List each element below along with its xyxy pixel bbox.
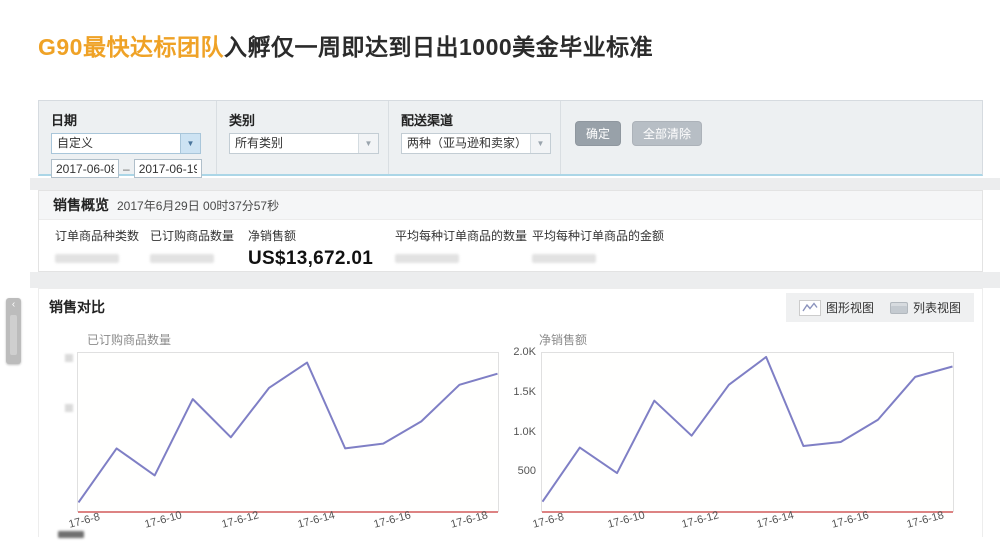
x-tick-label: 17-6-16 xyxy=(830,509,870,530)
chart-plot-area[interactable] xyxy=(77,352,499,512)
line-chart-icon xyxy=(799,300,821,316)
dashboard-page: G90最快达标团队入孵仅一周即达到日出1000美金毕业标准 ‹ 日期 自定义 ▼… xyxy=(0,0,1000,560)
chevron-left-icon: ‹ xyxy=(12,299,15,310)
filter-category-section: 类别 所有类别 ▼ xyxy=(217,101,389,174)
redacted-axis-mark xyxy=(65,404,73,412)
x-axis-labels: 17-6-8 17-6-10 17-6-12 17-6-14 17-6-16 17-6-1… xyxy=(511,512,954,540)
x-tick-label: 17-6-10 xyxy=(606,509,646,530)
confirm-button[interactable]: 确定 xyxy=(575,121,621,146)
section-divider xyxy=(30,272,1000,288)
filter-channel-section: 配送渠道 两种（亚马逊和卖家） ▼ xyxy=(389,101,561,174)
page-title: G90最快达标团队入孵仅一周即达到日出1000美金毕业标准 xyxy=(38,28,653,62)
sales-overview-header: 销售概览 2017年6月29日 00时37分57秒 xyxy=(39,191,982,220)
channel-select[interactable]: 两种（亚马逊和卖家） ▼ xyxy=(401,133,551,154)
chart-net-sales: 净销售额 500 1.0K 1.5K 2.0K 17-6-8 17-6-10 17-6-1… xyxy=(511,331,954,540)
date-preset-value: 自定义 xyxy=(52,134,180,153)
metric-net-sales: 净销售额 US$13,672.01 xyxy=(248,227,395,270)
x-tick-label: 17-6-16 xyxy=(373,509,413,530)
chart-units-ordered: 已订购商品数量 17-6-817-6-1017-6-1217-6-1417-6-… xyxy=(59,331,499,540)
chevron-down-icon: ▼ xyxy=(180,134,200,153)
date-to-input[interactable] xyxy=(134,159,202,178)
channel-value: 两种（亚马逊和卖家） xyxy=(402,134,530,153)
x-axis-labels: 17-6-8 17-6-10 17-6-12 17-6-14 17-6-16 17-6-1… xyxy=(59,512,499,540)
x-tick-label: 17-6-8 xyxy=(67,511,101,531)
filter-actions: 确定 全部清除 xyxy=(561,101,982,174)
chart-title: 已订购商品数量 xyxy=(87,331,499,348)
y-tick-label: 500 xyxy=(518,465,536,477)
redacted-value xyxy=(150,254,214,263)
y-tick-label: 1.0K xyxy=(513,426,536,438)
line-series xyxy=(542,353,953,512)
table-list-icon xyxy=(890,302,908,314)
y-tick-label: 2.0K xyxy=(513,346,536,358)
x-tick-label: 17-6-14 xyxy=(756,509,796,530)
redacted-axis-mark xyxy=(65,354,73,362)
date-preset-select[interactable]: 自定义 ▼ xyxy=(51,133,201,154)
y-axis xyxy=(59,352,77,512)
chart-title: 净销售额 xyxy=(539,331,954,348)
chevron-down-icon: ▼ xyxy=(530,134,550,153)
metric-units-ordered: 已订购商品数量 xyxy=(150,227,248,270)
filter-date-section: 日期 自定义 ▼ – xyxy=(39,101,217,174)
metric-avg-sales-per-item: 平均每种订单商品的金额 xyxy=(532,227,682,270)
sales-comparison-title: 销售对比 xyxy=(49,297,105,317)
date-filter-label: 日期 xyxy=(51,110,204,129)
x-tick-label: 17-6-12 xyxy=(681,509,721,530)
list-view-button[interactable]: 列表视图 xyxy=(887,297,964,318)
page-title-rest: 入孵仅一周即达到日出1000美金毕业标准 xyxy=(224,34,653,60)
page-title-highlight: G90最快达标团队 xyxy=(38,34,224,60)
redacted-value xyxy=(55,254,119,263)
redacted-value xyxy=(532,254,596,263)
date-range-row: – xyxy=(51,159,204,178)
charts-row: 已订购商品数量 17-6-817-6-1017-6-1217-6-1417-6-… xyxy=(59,331,954,540)
sales-overview-timestamp: 2017年6月29日 00时37分57秒 xyxy=(117,197,279,214)
line-series xyxy=(78,353,498,512)
x-tick-label: 17-6-8 xyxy=(531,511,565,531)
x-tick-label: 17-6-18 xyxy=(449,509,489,530)
clipped-legend-artifact xyxy=(58,531,84,538)
x-tick-label: 17-6-18 xyxy=(905,509,945,530)
x-tick-label: 17-6-14 xyxy=(297,509,337,530)
category-select[interactable]: 所有类别 ▼ xyxy=(229,133,379,154)
sales-comparison-card: 销售对比 图形视图 列表视图 已订购商品数量 xyxy=(38,288,983,537)
y-tick-label: 1.5K xyxy=(513,386,536,398)
graph-view-label: 图形视图 xyxy=(826,299,874,316)
metrics-row: 订单商品种类数 已订购商品数量 净销售额 US$13,672.01 平均每种订单… xyxy=(39,220,982,270)
date-range-separator: – xyxy=(123,162,130,176)
list-view-label: 列表视图 xyxy=(913,299,961,316)
sales-overview-card: 销售概览 2017年6月29日 00时37分57秒 订单商品种类数 已订购商品数… xyxy=(38,190,983,272)
channel-filter-label: 配送渠道 xyxy=(401,110,548,129)
y-axis: 5001.0K1.5K2.0K xyxy=(511,352,541,512)
collapse-side-tab[interactable]: ‹ xyxy=(6,298,21,364)
chart-plot-area[interactable] xyxy=(541,352,954,512)
clear-all-button[interactable]: 全部清除 xyxy=(632,121,702,146)
sales-overview-title: 销售概览 xyxy=(53,195,109,215)
filter-panel: 日期 自定义 ▼ – 类别 所有类别 ▼ 配送渠道 两种（亚马逊和卖家） ▼ xyxy=(38,100,983,176)
metric-order-item-types: 订单商品种类数 xyxy=(55,227,150,270)
date-from-input[interactable] xyxy=(51,159,119,178)
metric-avg-units-per-item: 平均每种订单商品的数量 xyxy=(395,227,532,270)
side-tab-body xyxy=(10,315,17,355)
x-tick-label: 17-6-10 xyxy=(144,509,184,530)
x-tick-label: 17-6-12 xyxy=(220,509,260,530)
category-value: 所有类别 xyxy=(230,134,358,153)
chevron-down-icon: ▼ xyxy=(358,134,378,153)
redacted-value xyxy=(395,254,459,263)
category-filter-label: 类别 xyxy=(229,110,376,129)
graph-view-button[interactable]: 图形视图 xyxy=(796,297,877,318)
view-toggle-group: 图形视图 列表视图 xyxy=(786,293,974,322)
section-divider xyxy=(30,178,1000,190)
net-sales-value: US$13,672.01 xyxy=(248,248,395,270)
